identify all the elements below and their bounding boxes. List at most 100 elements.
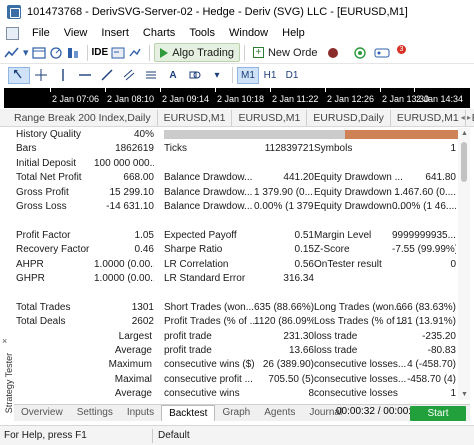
tab-backtest[interactable]: Backtest xyxy=(161,405,216,421)
report-row: AHPR 1.0000 (0.00... LR Correlation 0.56 OnT… xyxy=(14,258,456,272)
navigator-icon[interactable] xyxy=(66,44,80,62)
metric-label: Maximal xyxy=(114,374,152,385)
shapes-icon[interactable] xyxy=(184,67,206,84)
chart-window-icon[interactable] xyxy=(4,44,20,62)
tab-graph[interactable]: Graph xyxy=(215,405,257,421)
document-icon[interactable] xyxy=(6,26,19,40)
report-row: Recovery Factor 0.46 Sharpe Ratio 0.15 Z-Sco… xyxy=(14,243,456,257)
metric-label: Gross Profit xyxy=(16,187,69,198)
notifications-icon[interactable] xyxy=(326,44,340,62)
vertical-line-icon[interactable] xyxy=(52,67,74,84)
close-panel-icon[interactable]: × xyxy=(2,336,7,346)
timeframe-m1[interactable]: M1 xyxy=(237,66,259,84)
metric-value: 0.56 xyxy=(294,259,314,270)
scroll-up-icon[interactable]: ▲ xyxy=(461,130,468,137)
title-bar: 101473768 - DerivSVG-Server-02 - Hedge -… xyxy=(0,0,474,24)
tab-overview[interactable]: Overview xyxy=(14,405,70,421)
metric-value: 0.00% (1 379.... xyxy=(254,201,314,212)
metric-value: 1.0000 (0.00... xyxy=(94,259,154,270)
metric-value: 13.66 xyxy=(288,345,314,356)
menu-file[interactable]: File xyxy=(25,27,57,39)
horizontal-line-icon[interactable] xyxy=(74,67,96,84)
vps-icon[interactable] xyxy=(374,44,390,62)
channel-icon[interactable] xyxy=(118,67,140,84)
report-row xyxy=(14,214,456,228)
report-row: Total Deals 2602 Profit Trades (% of ... 11… xyxy=(14,315,456,329)
more-tools-icon[interactable]: ▾ xyxy=(206,67,228,84)
fibonacci-icon[interactable] xyxy=(140,67,162,84)
metric-value: 1862619 xyxy=(115,143,154,154)
ide-button[interactable]: IDE xyxy=(92,44,109,62)
metric-value: -7.55 (99.99%) xyxy=(392,244,456,255)
metric-label: Profit Trades (% of ... xyxy=(164,316,258,327)
metric-label: Largest xyxy=(118,331,152,342)
algo-trading-label: Algo Trading xyxy=(172,46,234,59)
chart-time-axis: 2 Jan 07:06 2 Jan 08:10 2 Jan 09:14 2 Ja… xyxy=(4,88,470,108)
time-tick xyxy=(105,88,106,92)
report-scrollbar[interactable]: ▲ ▼ xyxy=(458,128,470,400)
metric-value: 1 467.60 (0.... xyxy=(394,187,456,198)
metric-label: GHPR xyxy=(16,273,45,284)
crosshair-icon[interactable] xyxy=(8,66,30,84)
metric-label: Total Net Profit xyxy=(16,172,82,183)
cursor-cross-icon[interactable] xyxy=(30,67,52,84)
time-label: 2 Jan 14:34 xyxy=(416,94,464,104)
report-row: Maximal consecutive profit ... 705.50 (5) c… xyxy=(14,373,456,387)
terminal-icon[interactable] xyxy=(111,44,125,62)
toolbar-divider xyxy=(149,44,151,61)
metric-value: 0.46 xyxy=(134,244,154,255)
time-label: 2 Jan 10:18 xyxy=(217,94,265,104)
metric-label: Average xyxy=(114,388,152,399)
menu-help[interactable]: Help xyxy=(275,27,312,39)
signal-strength-icon[interactable] xyxy=(353,44,367,62)
timeframe-d1[interactable]: D1 xyxy=(281,67,303,84)
profiles-icon[interactable] xyxy=(31,44,46,62)
menu-tools[interactable]: Tools xyxy=(182,27,222,39)
metric-label: Balance Drawdow... xyxy=(164,172,253,183)
new-order-button[interactable]: + New Orde xyxy=(249,47,322,59)
metric-value: 4 (-458.70) xyxy=(407,359,456,370)
scroll-down-icon[interactable]: ▼ xyxy=(461,391,468,398)
menu-insert[interactable]: Insert xyxy=(94,27,136,39)
dropdown-arrow-icon[interactable]: ▾ xyxy=(23,44,29,62)
text-tool-icon[interactable]: A xyxy=(162,67,184,84)
menu-view[interactable]: View xyxy=(57,27,95,39)
time-label: 2 Jan 12:26 xyxy=(327,94,375,104)
metric-value: 668.00 xyxy=(123,172,154,183)
algo-trading-button[interactable]: Algo Trading xyxy=(154,43,240,62)
metric-value: 666 (83.63%) xyxy=(395,302,456,313)
chart-tab[interactable]: EURUSD,M1 xyxy=(158,109,233,126)
time-tick xyxy=(50,88,51,92)
tabs-scroll-arrows-icon[interactable]: ◂ ▸ xyxy=(461,113,471,122)
chart-tab[interactable]: Range Break 200 Index,Daily xyxy=(0,109,158,126)
menu-charts[interactable]: Charts xyxy=(136,27,182,39)
chart-tab[interactable]: EURUSD,M1 xyxy=(232,109,308,126)
scroll-thumb[interactable] xyxy=(461,142,467,182)
metric-value: 1120 (86.09%) xyxy=(254,316,314,327)
tab-inputs[interactable]: Inputs xyxy=(120,405,161,421)
metric-value: 26 (389.90) xyxy=(262,359,314,370)
time-label: 2 Jan 07:06 xyxy=(52,94,100,104)
report-row: Total Net Profit 668.00 Balance Drawdow...… xyxy=(14,171,456,185)
notification-badge: 3 xyxy=(397,45,406,54)
tab-settings[interactable]: Settings xyxy=(70,405,120,421)
menu-window[interactable]: Window xyxy=(222,27,275,39)
report-row: Bars 1862619 Ticks 112839721 Symbols 1 xyxy=(14,142,456,156)
plus-icon: + xyxy=(252,47,264,58)
metric-label: Expected Payoff xyxy=(164,230,237,241)
toolbar-divider xyxy=(243,44,245,61)
timeframe-h1[interactable]: H1 xyxy=(259,67,281,84)
start-button[interactable]: Start xyxy=(410,406,466,421)
report-row xyxy=(14,286,456,300)
report-row: Largest profit trade 231.30 loss trade -235.… xyxy=(14,330,456,344)
trendline-icon[interactable] xyxy=(96,67,118,84)
tab-agents[interactable]: Agents xyxy=(257,405,302,421)
metric-label: Initial Deposit xyxy=(16,158,77,169)
metric-label: Recovery Factor xyxy=(16,244,90,255)
tester-icon[interactable] xyxy=(128,44,142,62)
market-watch-icon[interactable] xyxy=(49,44,63,62)
toolbar-divider xyxy=(232,67,233,83)
metric-value: 1.05 xyxy=(134,230,154,241)
chart-tab[interactable]: EURUSD,Daily xyxy=(307,109,391,126)
chart-tab[interactable]: EURUSD,M1 xyxy=(391,109,466,126)
